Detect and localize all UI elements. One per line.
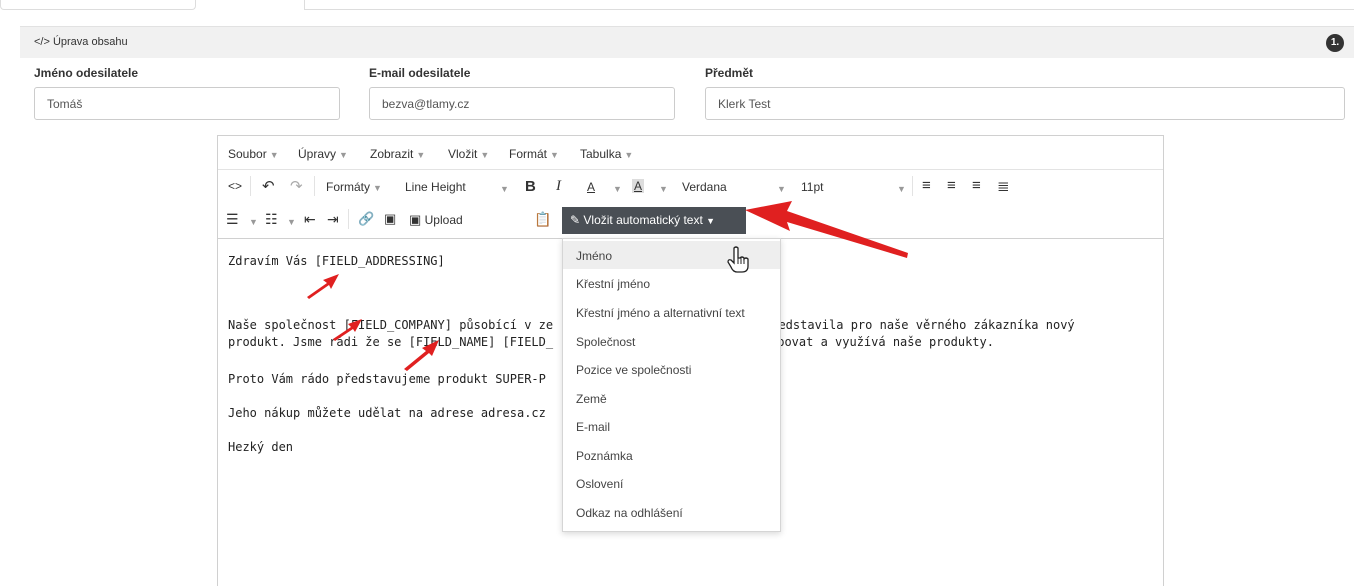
chevron-down-icon: ▼ [339, 150, 348, 160]
bullet-list-icon[interactable]: ☰ [226, 211, 239, 228]
font-family-dropdown[interactable]: Verdana [682, 180, 727, 194]
caret-down-icon: ▼ [706, 216, 716, 226]
upload-label: Upload [424, 213, 463, 227]
chevron-down-icon[interactable]: ▼ [497, 181, 509, 195]
chevron-down-icon[interactable]: ▼ [610, 181, 622, 195]
menu-table[interactable]: Tabulka ▼ [580, 147, 633, 161]
text-color-icon[interactable]: A [587, 180, 595, 194]
dropdown-item-first-name-alt[interactable]: Křestní jméno a alternativní text [563, 298, 780, 326]
paste-icon[interactable]: 📋 [534, 211, 551, 228]
menu-edit[interactable]: Úpravy ▼ [298, 147, 348, 161]
menu-file[interactable]: Soubor ▼ [228, 147, 279, 161]
annotation-arrow-icon [404, 340, 439, 371]
align-justify-icon[interactable]: ≣ [997, 177, 1010, 195]
subject-input[interactable] [705, 87, 1345, 120]
content-line: produkt. Jsme rádi že se [FIELD_NAME] [F… [228, 335, 554, 349]
chevron-down-icon: ▼ [269, 150, 279, 160]
toolbar-separator [348, 209, 349, 229]
insert-autotext-label: Vložit automatický text [583, 213, 703, 227]
line-height-label: Line Height [405, 180, 466, 194]
background-color-icon[interactable]: A [632, 179, 645, 193]
toolbar-separator [250, 176, 251, 196]
chevron-down-icon[interactable]: ▼ [246, 214, 258, 228]
menu-file-label: Soubor [228, 147, 267, 161]
menu-edit-label: Úpravy [298, 147, 337, 161]
chevron-down-icon[interactable]: ▼ [894, 181, 906, 195]
panel-header: </> Úprava obsahu 1. [20, 26, 1354, 58]
content-line: Naše společnost [FIELD_COMPANY] působící… [228, 318, 554, 332]
chevron-down-icon: ▼ [373, 183, 382, 193]
content-line: Hezký den [228, 440, 294, 454]
dropdown-item-position[interactable]: Pozice ve společnosti [563, 355, 780, 383]
chevron-down-icon: ▼ [416, 150, 426, 160]
content-line: upovat a využívá naše produkty. [770, 335, 994, 349]
font-size-dropdown[interactable]: 11pt [801, 180, 823, 194]
dropdown-item-country[interactable]: Země [563, 384, 780, 412]
font-family-label: Verdana [682, 180, 727, 194]
source-code-icon[interactable]: <> [228, 179, 242, 193]
undo-icon[interactable]: ↶ [262, 177, 275, 195]
chevron-down-icon: ▼ [550, 150, 559, 160]
chevron-down-icon[interactable]: ▼ [774, 181, 786, 195]
content-line: představila pro naše věrného zákazníka n… [764, 318, 1075, 332]
numbered-list-icon[interactable]: ☷ [265, 211, 278, 228]
image-icon: ▣ [409, 212, 422, 227]
annotation-arrow-icon [333, 319, 362, 341]
align-left-icon[interactable]: ≡ [922, 177, 931, 194]
chevron-down-icon: ▼ [624, 150, 634, 160]
tab-left[interactable] [0, 0, 196, 10]
panel-title: </> Úprava obsahu [34, 36, 128, 48]
editor-menubar: Soubor ▼ Úpravy ▼ Zobrazit ▼ Vložit ▼ Formát… [218, 136, 1163, 170]
link-icon[interactable]: 🔗 [358, 211, 374, 227]
sender-email-label: E-mail odesilatele [369, 66, 471, 80]
menu-table-label: Tabulka [580, 147, 622, 161]
dropdown-item-email[interactable]: E-mail [563, 412, 780, 440]
tab-right[interactable] [304, 0, 1354, 10]
align-right-icon[interactable]: ≡ [972, 177, 981, 194]
line-height-dropdown[interactable]: Line Height [405, 180, 466, 194]
chevron-down-icon[interactable]: ▼ [284, 214, 296, 228]
menu-format-label: Formát [509, 147, 548, 161]
dropdown-item-unsubscribe[interactable]: Odkaz na odhlášení [563, 498, 780, 526]
align-center-icon[interactable]: ≡ [947, 177, 956, 194]
sender-email-input[interactable] [369, 87, 675, 120]
dropdown-item-company[interactable]: Společnost [563, 327, 780, 355]
menu-view[interactable]: Zobrazit ▼ [370, 147, 425, 161]
formats-label: Formáty [326, 180, 371, 194]
annotation-arrow-icon [745, 201, 908, 258]
upload-button[interactable]: ▣ Upload [409, 212, 463, 228]
bold-icon[interactable]: B [525, 178, 536, 195]
insert-autotext-button[interactable]: ✎ Vložit automatický text ▼ [562, 207, 746, 234]
magic-wand-icon: ✎ [570, 213, 581, 227]
chevron-down-icon: ▼ [480, 150, 490, 160]
menu-view-label: Zobrazit [370, 147, 414, 161]
outdent-icon[interactable]: ⇤ [304, 211, 316, 228]
autotext-dropdown: Jméno Křestní jméno Křestní jméno a alte… [562, 238, 781, 532]
top-tabs [0, 0, 1354, 12]
chevron-down-icon[interactable]: ▼ [656, 181, 668, 195]
indent-icon[interactable]: ⇥ [327, 211, 339, 228]
toolbar-separator [314, 176, 315, 196]
subject-label: Předmět [705, 66, 754, 80]
menu-insert[interactable]: Vložit ▼ [448, 147, 489, 161]
italic-icon[interactable]: I [556, 178, 561, 195]
menu-insert-label: Vložit [448, 147, 478, 161]
content-line: Jeho nákup můžete udělat na adrese adres… [228, 406, 546, 420]
dropdown-item-note[interactable]: Poznámka [563, 441, 780, 469]
annotation-arrow-icon [307, 274, 339, 299]
sender-name-label: Jméno odesilatele [34, 66, 139, 80]
menu-format[interactable]: Formát ▼ [509, 147, 559, 161]
content-line: Zdravím Vás [FIELD_ADDRESSING] [228, 254, 445, 268]
dropdown-item-addressing[interactable]: Oslovení [563, 469, 780, 497]
formats-dropdown[interactable]: Formáty ▼ [326, 180, 382, 194]
font-size-label: 11pt [801, 180, 824, 194]
sender-name-input[interactable] [34, 87, 340, 120]
toolbar-separator [912, 176, 913, 196]
step-badge: 1. [1326, 34, 1344, 52]
image-icon[interactable]: ▣ [384, 211, 396, 227]
redo-icon[interactable]: ↷ [290, 177, 303, 195]
content-line: Proto Vám rádo představujeme produkt SUP… [228, 372, 546, 386]
